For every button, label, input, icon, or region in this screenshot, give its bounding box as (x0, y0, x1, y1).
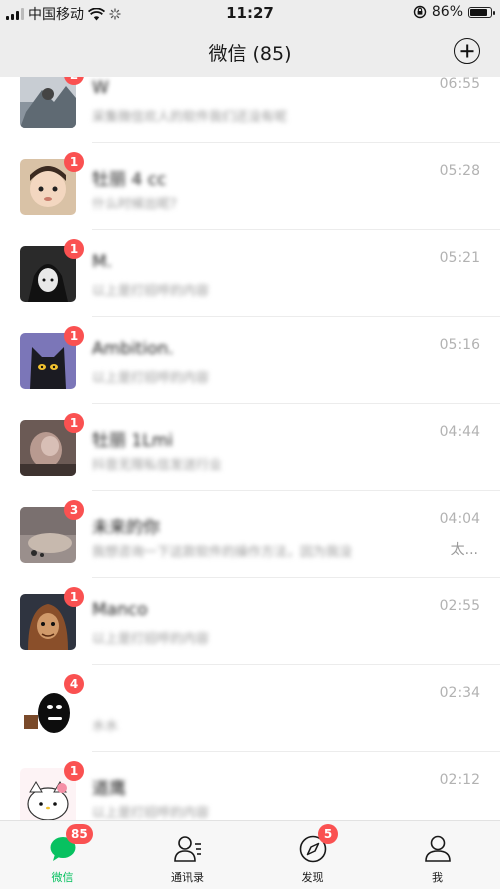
chat-preview: 以上是打招呼的内容 (92, 371, 210, 386)
person-icon (424, 835, 451, 862)
chat-name: Manco (92, 600, 148, 620)
battery-icon (468, 6, 495, 18)
chat-row[interactable]: 2 W 采集微信欢人的软件我们还没有呢 06:55 (0, 77, 500, 143)
tab-label: 发现 (301, 871, 324, 884)
chat-row[interactable]: 1 道鹰 以上是打招呼的内容 02:12 (0, 752, 500, 820)
tab-chats[interactable]: 85 微信 (0, 821, 125, 889)
chat-time: 02:34 (439, 685, 480, 701)
chat-time: 06:55 (439, 77, 480, 92)
chat-time: 05:21 (439, 250, 480, 266)
add-plus-icon[interactable] (454, 38, 480, 64)
chat-preview: 采集微信欢人的软件我们还没有呢 (92, 110, 288, 125)
chat-row[interactable]: 1 Ambition. 以上是打招呼的内容 05:16 (0, 317, 500, 404)
chat-row[interactable]: 1 Manco 以上是打招呼的内容 02:55 (0, 578, 500, 665)
chat-preview-ellipsis: 太... (450, 542, 478, 558)
unread-badge: 1 (64, 413, 84, 433)
chat-time: 02:12 (439, 772, 480, 788)
chat-name: 牡丽 4 cc (92, 170, 167, 190)
tab-badge: 85 (66, 824, 93, 844)
chat-time: 02:55 (439, 598, 480, 614)
tab-label: 我 (432, 871, 443, 884)
chat-preview: 水水 (92, 719, 119, 734)
page-title: 微信 (85) (208, 43, 292, 65)
avatar (20, 77, 76, 128)
chat-name: W (92, 78, 109, 98)
battery-percent: 86% (431, 4, 463, 20)
chat-preview: 以上是打招呼的内容 (92, 632, 210, 647)
chat-name: M. (92, 252, 113, 272)
bottom-tab-bar: 85 微信 通讯录 5 发现 我 (0, 820, 500, 889)
tab-badge: 5 (318, 824, 338, 844)
chat-preview: 什么时候出呢? (92, 197, 177, 212)
chat-row[interactable]: 1 M. 以上是打招呼的内容 05:21 (0, 230, 500, 317)
chat-time: 04:44 (439, 424, 480, 440)
unread-badge: 1 (64, 761, 84, 781)
chat-name: 牡丽 1Lmi (92, 431, 173, 451)
tab-label: 微信 (51, 871, 74, 884)
chat-preview: 以上是打招呼的内容 (92, 284, 210, 299)
tab-contacts[interactable]: 通讯录 (125, 821, 250, 889)
status-right: 86% (413, 4, 495, 20)
chat-row[interactable]: 1 牡丽 1Lmi 抖音无限私信发送行业 04:44 (0, 404, 500, 491)
unread-badge: 1 (64, 152, 84, 172)
chat-name: 道鹰 (92, 779, 126, 799)
chat-preview: 我想咨询一下这款软件的操作方法，因为我没 (92, 545, 353, 560)
tab-me[interactable]: 我 (375, 821, 500, 889)
unread-badge: 3 (64, 500, 84, 520)
chat-row[interactable]: 4 水水 02:34 (0, 665, 500, 752)
contacts-icon (173, 836, 201, 862)
chat-name: Ambition. (92, 339, 174, 359)
chat-time: 05:16 (439, 337, 480, 353)
unread-badge: 1 (64, 587, 84, 607)
chat-list[interactable]: 2 W 采集微信欢人的软件我们还没有呢 06:55 1 牡丽 4 cc 什么时候… (0, 77, 500, 820)
unread-badge: 1 (64, 326, 84, 346)
chat-row[interactable]: 1 牡丽 4 cc 什么时候出呢? 05:28 (0, 143, 500, 230)
orientation-lock-icon (413, 5, 427, 19)
nav-header: 微信 (85) (0, 27, 500, 77)
status-bar: 中国移动 11:27 86% (0, 0, 500, 27)
chat-row[interactable]: 3 未来的你 我想咨询一下这款软件的操作方法，因为我没 太... 04:04 (0, 491, 500, 578)
unread-badge: 4 (64, 674, 84, 694)
chat-preview: 抖音无限私信发送行业 (92, 458, 223, 473)
unread-badge: 1 (64, 239, 84, 259)
tab-discover[interactable]: 5 发现 (250, 821, 375, 889)
chat-time: 04:04 (439, 511, 480, 527)
chat-preview: 以上是打招呼的内容 (92, 806, 210, 820)
tab-label: 通讯录 (171, 871, 204, 884)
chat-name: 未来的你 (92, 518, 160, 538)
chat-time: 05:28 (439, 163, 480, 179)
